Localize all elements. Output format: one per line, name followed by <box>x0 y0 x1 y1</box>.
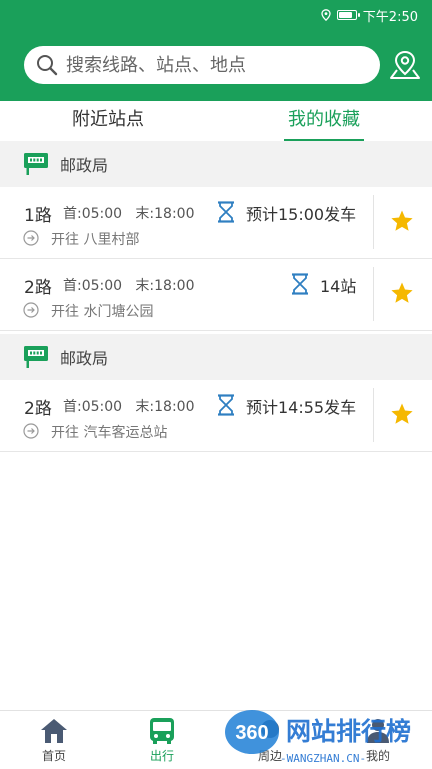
route-row[interactable]: 2路 首:05:00 末:18:00 开往 水门塘公园 14站 <box>0 259 432 331</box>
stop-header: 邮政局 <box>0 141 432 187</box>
nav-mine[interactable]: 我的 <box>324 711 432 769</box>
arrival-eta: 预计14:55发车 <box>246 398 357 417</box>
map-location-button[interactable] <box>388 50 422 80</box>
bus-icon <box>150 718 174 744</box>
favorite-star-icon[interactable] <box>390 402 414 426</box>
nav-nearby[interactable]: 周边 <box>216 711 324 769</box>
hourglass-icon <box>218 201 234 223</box>
battery-icon <box>336 10 360 20</box>
route-times: 首:05:00 末:18:00 <box>63 206 195 222</box>
divider <box>373 195 374 249</box>
route-direction: 开往 汽车客运总站 <box>51 425 168 441</box>
tab-my-favorites[interactable]: 我的收藏 <box>216 101 432 141</box>
search-icon <box>37 55 58 76</box>
arrival-eta: 14站 <box>320 277 357 296</box>
bottom-nav: 首页 出行 周边 我的 <box>0 710 432 769</box>
route-row[interactable]: 2路 首:05:00 末:18:00 开往 汽车客运总站 预计14:55发车 <box>0 380 432 452</box>
favorite-star-icon[interactable] <box>390 281 414 305</box>
route-number: 2路 <box>24 399 52 419</box>
user-icon <box>367 719 389 743</box>
nearby-icon <box>261 720 279 738</box>
route-times: 首:05:00 末:18:00 <box>63 278 195 294</box>
status-bar: 下午2:50 <box>321 6 418 25</box>
location-status-icon <box>321 9 331 21</box>
bus-stop-icon <box>24 346 48 368</box>
nav-label: 首页 <box>41 749 66 763</box>
route-row[interactable]: 1路 首:05:00 末:18:00 开往 八里村部 预计15:00发车 <box>0 187 432 259</box>
hourglass-icon <box>218 394 234 416</box>
direction-arrow-icon <box>23 423 39 439</box>
nav-label: 我的 <box>365 749 390 763</box>
home-icon <box>41 719 67 743</box>
nav-travel[interactable]: 出行 <box>108 711 216 769</box>
divider <box>373 388 374 442</box>
route-number: 1路 <box>24 206 52 226</box>
stop-name: 邮政局 <box>60 349 109 368</box>
app-header: 下午2:50 <box>0 0 432 101</box>
arrival-eta: 预计15:00发车 <box>246 205 357 224</box>
nav-label: 周边 <box>257 749 282 763</box>
direction-arrow-icon <box>23 230 39 246</box>
stop-header: 邮政局 <box>0 334 432 380</box>
divider <box>373 267 374 321</box>
status-time: 下午2:50 <box>362 9 418 25</box>
stop-name: 邮政局 <box>60 156 109 175</box>
nav-label: 出行 <box>149 749 174 763</box>
route-direction: 开往 八里村部 <box>51 232 140 248</box>
nav-home[interactable]: 首页 <box>0 711 108 769</box>
favorite-star-icon[interactable] <box>390 209 414 233</box>
route-number: 2路 <box>24 278 52 298</box>
tab-nearby-stops[interactable]: 附近站点 <box>0 101 216 141</box>
route-times: 首:05:00 末:18:00 <box>63 399 195 415</box>
battery-level <box>338 12 353 18</box>
tab-bar: 附近站点 我的收藏 <box>0 101 432 141</box>
search-input[interactable] <box>64 53 368 77</box>
route-direction: 开往 水门塘公园 <box>51 304 154 320</box>
hourglass-icon <box>292 273 308 295</box>
bus-stop-icon <box>24 153 48 175</box>
direction-arrow-icon <box>23 302 39 318</box>
search-bar[interactable] <box>24 46 380 84</box>
